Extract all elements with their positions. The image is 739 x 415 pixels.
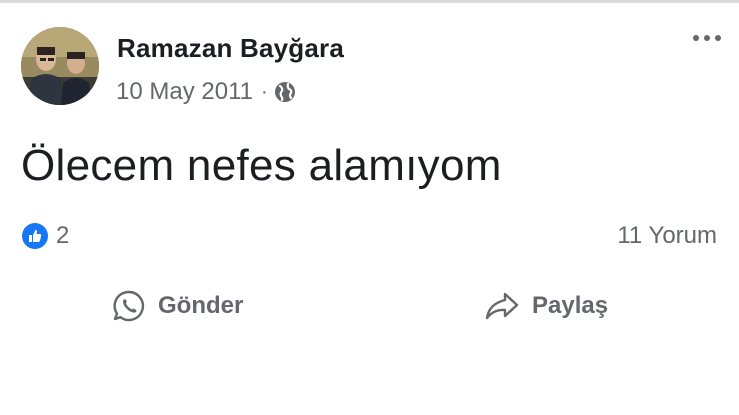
share-arrow-icon <box>485 292 519 320</box>
action-bar: Gönder Paylaş <box>0 281 739 331</box>
send-button[interactable]: Gönder <box>112 281 243 331</box>
meta-separator: · <box>260 80 268 103</box>
share-button[interactable]: Paylaş <box>484 281 608 331</box>
post-date[interactable]: 10 May 2011 <box>116 78 253 106</box>
post-text: Ölecem nefes alamıyom <box>21 141 502 190</box>
post-card: Ramazan Bayğara 10 May 2011 · Ölecem nef… <box>0 0 739 415</box>
reaction-count: 2 <box>56 222 70 249</box>
send-label: Gönder <box>158 292 244 319</box>
globe-icon <box>274 81 296 103</box>
whatsapp-icon <box>113 290 145 322</box>
comment-count[interactable]: 11 Yorum <box>617 222 717 250</box>
share-label: Paylaş <box>532 292 609 319</box>
author-name[interactable]: Ramazan Bayğara <box>117 33 344 64</box>
avatar[interactable] <box>21 27 99 105</box>
reactions-summary[interactable]: 2 <box>22 222 69 250</box>
like-icon <box>22 223 48 249</box>
more-options-icon[interactable] <box>693 35 721 41</box>
post-meta: 10 May 2011 · <box>116 78 296 106</box>
